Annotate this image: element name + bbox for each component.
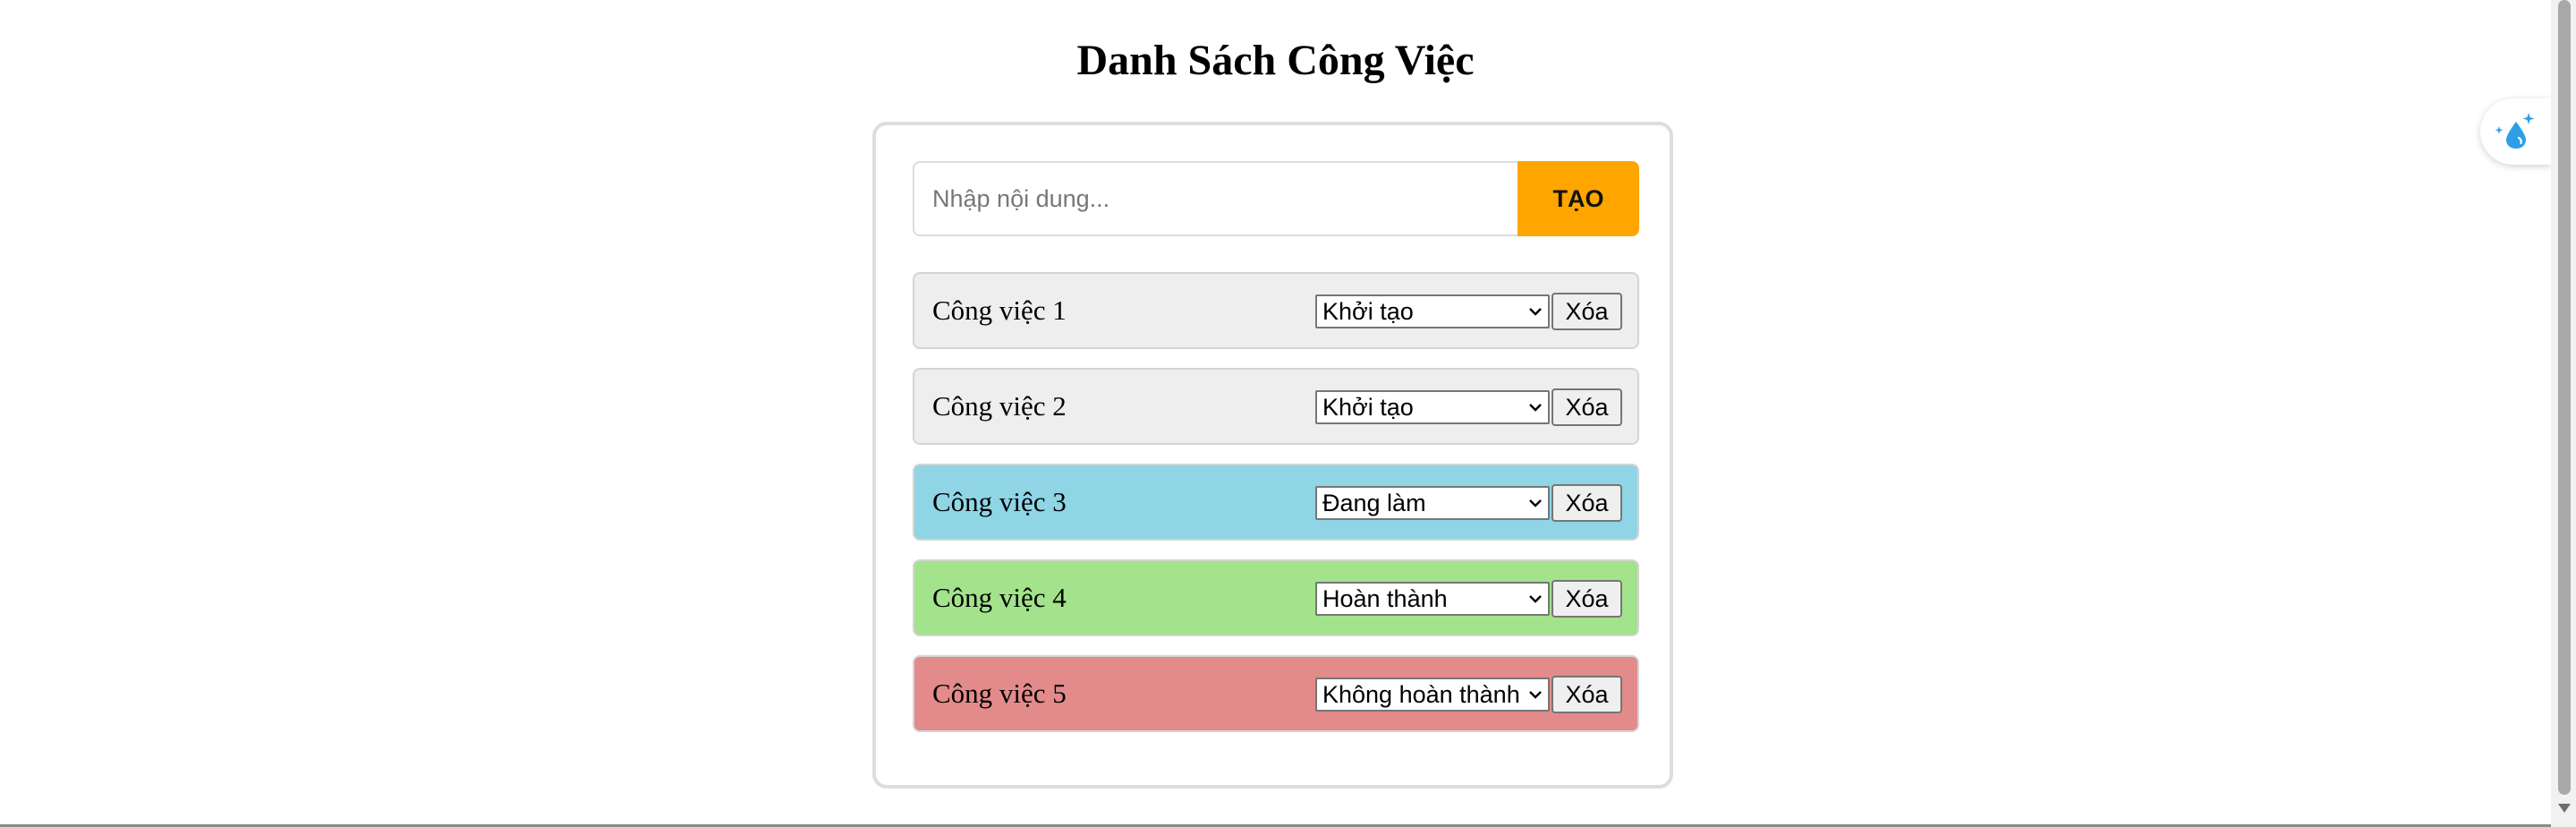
task-name: Công việc 4: [932, 582, 1067, 613]
task-name: Công việc 3: [932, 486, 1067, 517]
task-name: Công việc 1: [932, 294, 1067, 326]
status-select[interactable]: Hoàn thành: [1315, 582, 1550, 616]
droplet-sparkle-icon: [2495, 113, 2535, 149]
page-title: Danh Sách Công Việc: [1076, 37, 1475, 84]
delete-button[interactable]: Xóa: [1552, 484, 1622, 522]
delete-button[interactable]: Xóa: [1552, 388, 1622, 426]
scroll-down-arrow-icon[interactable]: [2558, 804, 2571, 813]
status-selected-value: Đang làm: [1322, 490, 1426, 516]
delete-button[interactable]: Xóa: [1552, 676, 1622, 713]
chevron-down-icon: [1529, 691, 1542, 699]
task-item: Công việc 1 Khởi tạo Xóa: [913, 272, 1639, 349]
status-select[interactable]: Khởi tạo: [1315, 390, 1550, 424]
task-item: Công việc 2 Khởi tạo Xóa: [913, 368, 1639, 445]
chevron-down-icon: [1529, 404, 1542, 412]
task-item: Công việc 3 Đang làm Xóa: [913, 464, 1639, 541]
task-name: Công việc 5: [932, 678, 1067, 709]
status-select[interactable]: Đang làm: [1315, 486, 1550, 520]
floating-widget-button[interactable]: [2480, 98, 2552, 165]
status-selected-value: Khởi tạo: [1322, 298, 1414, 325]
vertical-scrollbar[interactable]: [2551, 0, 2576, 827]
delete-button[interactable]: Xóa: [1552, 580, 1622, 618]
task-item: Công việc 4 Hoàn thành Xóa: [913, 559, 1639, 636]
task-name: Công việc 2: [932, 390, 1067, 422]
delete-button[interactable]: Xóa: [1552, 293, 1622, 330]
status-select[interactable]: Khởi tạo: [1315, 294, 1550, 328]
task-input[interactable]: [913, 161, 1518, 236]
scrollbar-thumb[interactable]: [2558, 0, 2571, 795]
chevron-down-icon: [1529, 595, 1542, 603]
new-task-form: TẠO: [913, 161, 1639, 236]
create-button[interactable]: TẠO: [1518, 161, 1639, 236]
chevron-down-icon: [1529, 499, 1542, 507]
status-selected-value: Không hoàn thành: [1322, 681, 1520, 708]
status-selected-value: Khởi tạo: [1322, 394, 1414, 421]
chevron-down-icon: [1529, 308, 1542, 316]
task-item: Công việc 5 Không hoàn thành Xóa: [913, 655, 1639, 732]
status-selected-value: Hoàn thành: [1322, 585, 1448, 612]
status-select[interactable]: Không hoàn thành: [1315, 678, 1550, 712]
task-list: Công việc 1 Khởi tạo Xóa Công việc 2 Khở…: [913, 272, 1639, 751]
